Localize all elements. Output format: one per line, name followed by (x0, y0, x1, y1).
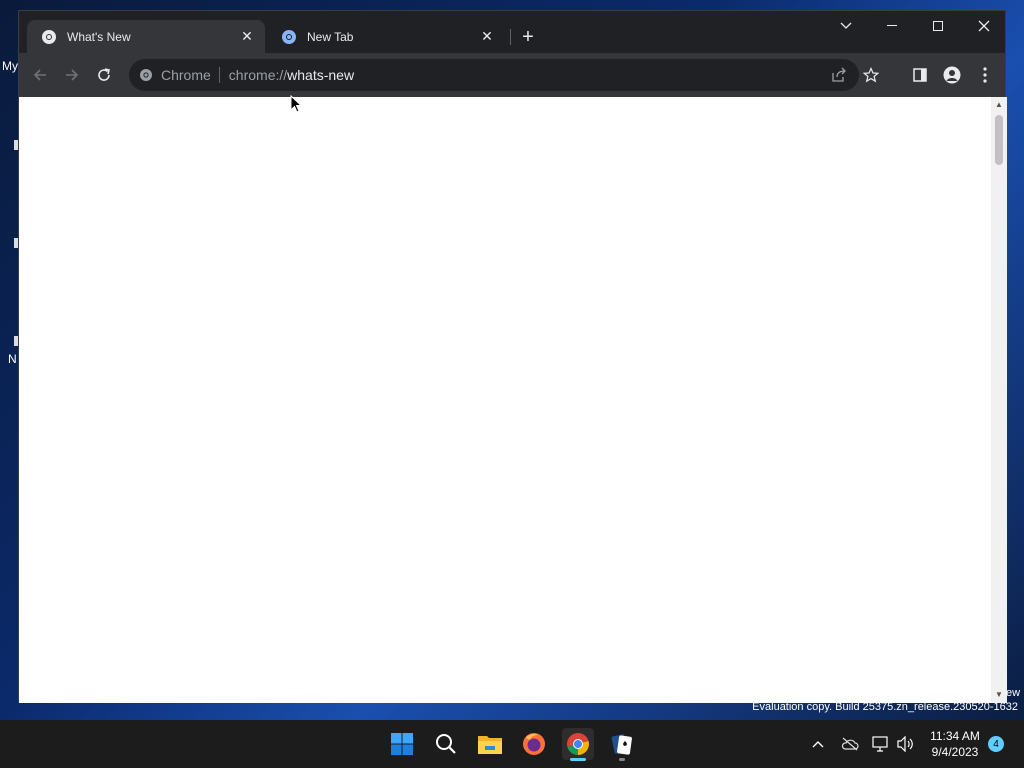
scrollbar-thumb[interactable] (995, 115, 1003, 165)
page-content[interactable] (19, 97, 991, 703)
tab-title: New Tab (307, 29, 354, 44)
system-clock[interactable]: 11:34 AM 9/4/2023 (926, 728, 984, 760)
network-icon[interactable] (871, 734, 891, 754)
new-tab-button[interactable]: + (516, 25, 540, 49)
tab-new-tab[interactable]: New Tab ✕ (267, 20, 505, 53)
onedrive-offline-icon[interactable] (840, 734, 860, 754)
chrome-icon (42, 29, 56, 44)
site-info-label: Chrome (161, 67, 211, 83)
browser-toolbar: Chrome chrome://whats-new (19, 53, 1005, 97)
browser-window: What's New ✕ New Tab ✕ + Chrome chrome:/… (18, 10, 1007, 703)
solitaire-icon (611, 734, 632, 755)
share-icon[interactable] (827, 63, 851, 87)
menu-button[interactable] (972, 62, 998, 88)
reload-icon (98, 68, 110, 81)
taskbar: 11:34 AM 9/4/2023 4 (0, 720, 1024, 768)
kebab-menu-icon (983, 67, 987, 83)
url-scheme: chrome:// (228, 67, 288, 83)
profile-button[interactable] (939, 62, 965, 88)
profile-avatar-icon (943, 66, 961, 84)
solitaire-button[interactable] (606, 728, 638, 761)
clock-date: 9/4/2023 (931, 745, 979, 759)
chrome-taskbar-button[interactable] (562, 728, 594, 761)
forward-arrow-icon (66, 69, 79, 81)
bookmark-star-icon[interactable] (859, 63, 883, 87)
tab-strip: What's New ✕ New Tab ✕ + (19, 11, 1005, 53)
mouse-cursor-icon (290, 95, 303, 113)
address-bar[interactable]: Chrome chrome://whats-new (129, 59, 879, 91)
desktop-label-fragment: My (2, 59, 18, 73)
tab-search-chevron-icon[interactable] (823, 11, 869, 41)
firefox-button[interactable] (518, 728, 550, 760)
minimize-button[interactable] (869, 11, 915, 41)
desktop-label-fragment: ew (1006, 687, 1021, 699)
back-button[interactable] (27, 62, 53, 88)
active-app-indicator (570, 758, 586, 761)
start-button[interactable] (386, 728, 418, 760)
close-tab-icon[interactable]: ✕ (479, 28, 495, 45)
taskbar-search-button[interactable] (430, 728, 462, 760)
tab-whats-new[interactable]: What's New ✕ (27, 20, 265, 53)
side-panel-button[interactable] (907, 62, 933, 88)
close-tab-icon[interactable]: ✕ (239, 28, 255, 45)
desktop-label-fragment: N (8, 352, 17, 366)
file-explorer-icon (478, 736, 502, 754)
forward-button[interactable] (59, 62, 85, 88)
reload-button[interactable] (91, 62, 117, 88)
chrome-icon (140, 69, 152, 81)
search-icon (436, 734, 456, 754)
back-arrow-icon (33, 69, 46, 81)
url-host: whats-new (287, 67, 355, 83)
notification-badge[interactable]: 4 (988, 736, 1004, 752)
show-hidden-icons-chevron-icon[interactable] (808, 734, 828, 754)
start-icon (391, 733, 413, 755)
vertical-scrollbar[interactable]: ▲ ▼ (991, 97, 1007, 703)
open-app-indicator (619, 758, 625, 761)
chrome-icon (282, 29, 296, 44)
maximize-button[interactable] (915, 11, 961, 41)
chrome-icon (567, 733, 589, 755)
scroll-down-icon[interactable]: ▼ (995, 691, 1003, 699)
volume-icon[interactable] (895, 734, 915, 754)
close-window-button[interactable] (961, 11, 1007, 41)
site-info-chip[interactable]: Chrome (139, 67, 220, 83)
side-panel-icon (913, 68, 927, 82)
file-explorer-button[interactable] (474, 728, 506, 760)
evaluation-watermark: Evaluation copy. Build 25375.zn_release.… (752, 701, 1018, 713)
scroll-up-icon[interactable]: ▲ (995, 101, 1003, 109)
tab-title: What's New (67, 29, 131, 44)
firefox-icon (523, 733, 545, 755)
clock-time: 11:34 AM (930, 729, 980, 743)
tab-separator (510, 29, 511, 45)
